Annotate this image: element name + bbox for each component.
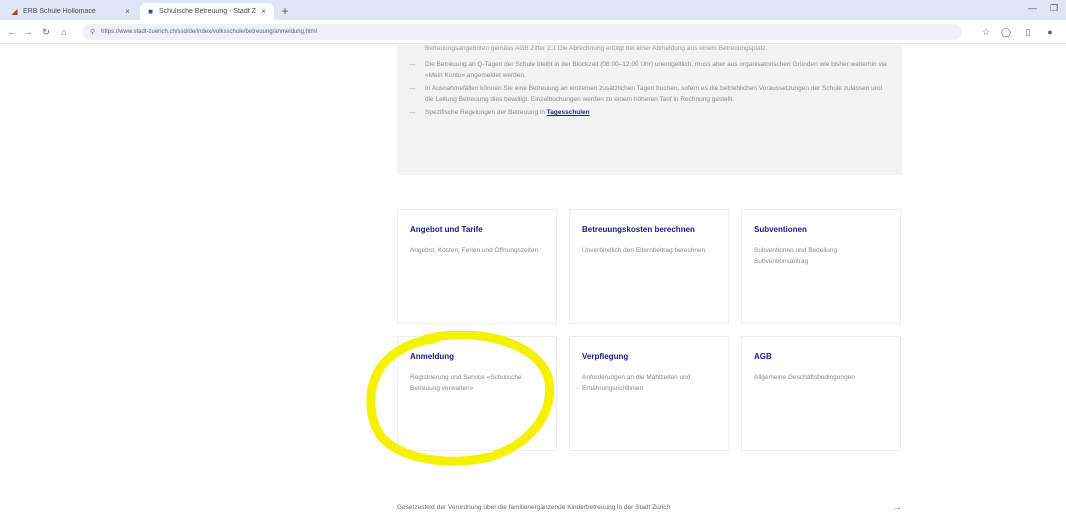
- address-bar[interactable]: ⚲ https://www.stadt-zuerich.ch/ssd/de/in…: [82, 24, 962, 40]
- restore-window-icon[interactable]: ❐: [1050, 3, 1058, 14]
- tab-title: ERB Schule Hollomace: [23, 8, 96, 15]
- profile-icon[interactable]: ●: [1044, 25, 1056, 39]
- tagesschulen-link[interactable]: Tagesschulen: [547, 109, 590, 116]
- browser-tab-bar: ◢ ERB Schule Hollomace × ■ Schulische Be…: [0, 0, 1066, 20]
- info-list-item: Spezifische Regelungen der Betreuung in …: [409, 107, 889, 118]
- reload-icon[interactable]: ↻: [40, 25, 52, 39]
- extensions-icon[interactable]: ◯: [1000, 25, 1012, 39]
- browser-tab-active[interactable]: ■ Schulische Betreuung - Stadt Z ×: [140, 3, 274, 20]
- regulation-link[interactable]: Gesetzestext der Verordnung über die fam…: [397, 500, 902, 514]
- card-title: Betreuungskosten berechnen: [582, 225, 695, 234]
- card-description: Anforderungen an die Mahlzeiten und Ernä…: [582, 374, 691, 392]
- bookmark-star-icon[interactable]: ☆: [980, 25, 992, 39]
- info-text-partial: Betreuungsangeboten gemäss AGB Ziffer 2.…: [425, 45, 768, 52]
- info-item-text: Spezifische Regelungen der Betreuung in: [425, 109, 547, 116]
- minimize-window-icon[interactable]: —: [1028, 3, 1037, 13]
- browser-tab-inactive[interactable]: ◢ ERB Schule Hollomace ×: [4, 3, 138, 20]
- info-item-text: Die Betreuung an Q-Tagen der Schule blei…: [425, 61, 887, 79]
- info-list-item: Die Betreuung an Q-Tagen der Schule blei…: [409, 59, 889, 81]
- arrow-right-icon: →: [892, 501, 902, 513]
- info-list: Die Betreuung an Q-Tagen der Schule blei…: [409, 59, 889, 120]
- card-description: Subventionen und Bedeilung Subventionsan…: [754, 247, 838, 265]
- site-info-icon[interactable]: ⚲: [90, 28, 95, 36]
- card-anmeldung[interactable]: Anmeldung Registrierung und Service «Sch…: [397, 336, 557, 451]
- card-description: Angebot, Kosten, Ferien und Öffnungszeit…: [410, 247, 539, 254]
- tab-title: Schulische Betreuung - Stadt Z: [159, 8, 256, 15]
- card-angebot-und-tarife[interactable]: Angebot und Tarife Angebot, Kosten, Feri…: [397, 209, 557, 324]
- info-list-item: In Ausnahmefällen können Sie eine Betreu…: [409, 83, 889, 105]
- browser-toolbar: ← → ↻ ⌂ ⚲ https://www.stadt-zuerich.ch/s…: [0, 20, 1066, 44]
- back-arrow-icon[interactable]: ←: [6, 25, 18, 39]
- new-tab-plus-icon[interactable]: +: [278, 4, 292, 18]
- card-title: Angebot und Tarife: [410, 225, 483, 234]
- card-description: Registrierung und Service «Schulische Be…: [410, 374, 522, 392]
- url-text: https://www.stadt-zuerich.ch/ssd/de/inde…: [101, 29, 317, 35]
- card-title: AGB: [754, 352, 772, 361]
- card-title: Verpflegung: [582, 352, 629, 361]
- forward-arrow-icon[interactable]: →: [22, 25, 34, 39]
- sidebar-icon[interactable]: ▯: [1022, 25, 1034, 39]
- card-subventionen[interactable]: Subventionen Subventionen und Bedeilung …: [741, 209, 901, 324]
- card-verpflegung[interactable]: Verpflegung Anforderungen an die Mahlzei…: [569, 336, 729, 451]
- close-tab-icon[interactable]: ×: [259, 7, 268, 16]
- home-icon[interactable]: ⌂: [58, 25, 70, 39]
- card-title: Anmeldung: [410, 352, 454, 361]
- page-favicon-icon: ◢: [11, 7, 18, 16]
- link-cards-grid: Angebot und Tarife Angebot, Kosten, Feri…: [397, 209, 902, 465]
- close-tab-icon[interactable]: ×: [123, 7, 132, 16]
- card-description: Unverbindlich den Elternbeitrag berechne…: [582, 247, 706, 254]
- card-betreuungskosten-berechnen[interactable]: Betreuungskosten berechnen Unverbindlich…: [569, 209, 729, 324]
- regulation-link-text: Gesetzestext der Verordnung über die fam…: [397, 503, 671, 511]
- card-title: Subventionen: [754, 225, 807, 234]
- page-favicon-icon: ■: [148, 7, 153, 16]
- info-box: Betreuungsangeboten gemäss AGB Ziffer 2.…: [397, 45, 902, 175]
- info-item-text: In Ausnahmefällen können Sie eine Betreu…: [425, 85, 883, 103]
- card-agb[interactable]: AGB Allgemeine Geschäftsbedingungen: [741, 336, 901, 451]
- card-description: Allgemeine Geschäftsbedingungen: [754, 374, 855, 381]
